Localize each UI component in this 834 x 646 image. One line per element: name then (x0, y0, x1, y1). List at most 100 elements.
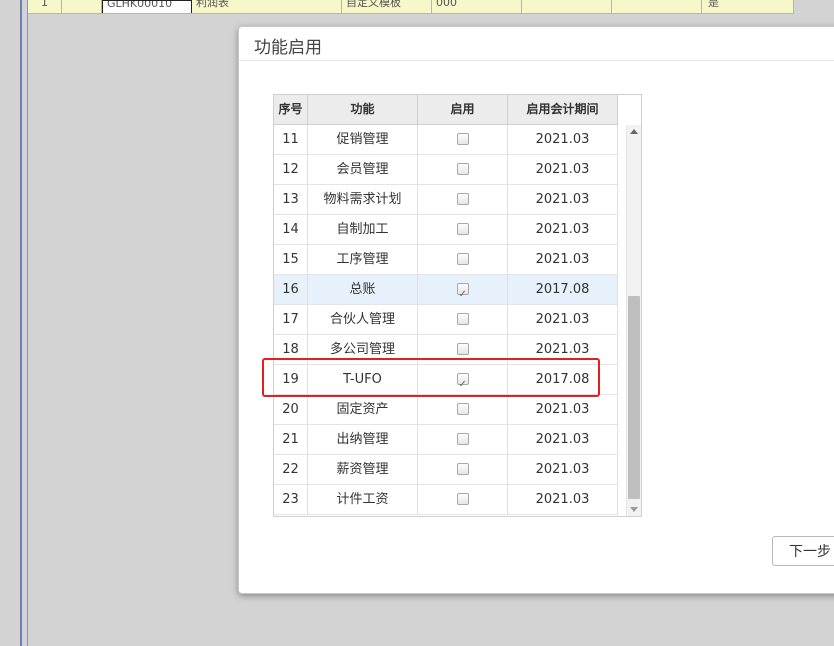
row-period: 2021.03 (508, 155, 618, 185)
checkbox-icon[interactable] (456, 370, 469, 399)
row-enable-cell (418, 485, 508, 515)
row-function-name: 出纳管理 (308, 425, 418, 455)
dialog-title: 功能启用 (254, 38, 322, 58)
row-enable-cell (418, 245, 508, 275)
row-enable-cell (418, 425, 508, 455)
row-number: 22 (274, 455, 308, 485)
feature-grid: 序号 功能 启用 启用会计期间 11 促销管理 2021.03 12 会员管理 2021.… (273, 94, 642, 517)
row-number: 17 (274, 305, 308, 335)
row-function-name: 自制加工 (308, 215, 418, 245)
row-period: 2021.03 (508, 335, 618, 365)
bg-cell-check (62, 0, 102, 13)
row-function-name: 总账 (308, 275, 418, 305)
bg-cell-flag: 是 (702, 0, 794, 13)
dialog-header: 功能启用 (239, 27, 834, 61)
table-row[interactable]: 22 薪资管理 2021.03 (274, 455, 618, 485)
table-row[interactable]: 14 自制加工 2021.03 (274, 215, 618, 245)
row-function-name: 工序管理 (308, 245, 418, 275)
checkbox-icon[interactable] (456, 312, 469, 325)
bg-cell-num: 000 (432, 0, 522, 13)
row-number: 18 (274, 335, 308, 365)
row-number: 16 (274, 275, 308, 305)
row-period: 2017.08 (508, 365, 618, 395)
bg-cell-name: 利润表 (192, 0, 342, 13)
row-enable-cell (418, 155, 508, 185)
table-row[interactable]: 16总账 2017.08 (274, 275, 618, 309)
table-row[interactable]: 19T-UFO 2017.08 (274, 365, 618, 399)
scroll-down-icon[interactable] (630, 507, 638, 512)
row-number: 23 (274, 485, 308, 515)
row-period: 2021.03 (508, 395, 618, 425)
row-number: 15 (274, 245, 308, 275)
checkbox-icon[interactable] (456, 492, 469, 505)
row-number: 21 (274, 425, 308, 455)
table-row[interactable]: 18 多公司管理 2021.03 (274, 335, 618, 365)
row-function-name: 计件工资 (308, 485, 418, 515)
grid-header-corner (618, 95, 641, 125)
table-row[interactable]: 17 合伙人管理 2021.03 (274, 305, 618, 335)
scrollbar-thumb[interactable] (628, 296, 640, 499)
grid-vertical-scrollbar[interactable] (626, 125, 641, 516)
row-period: 2021.03 (508, 245, 618, 275)
row-function-name: 多公司管理 (308, 335, 418, 365)
grid-body: 11 促销管理 2021.03 12 会员管理 2021.03 13 物料需求计划 2021.0… (274, 125, 618, 516)
row-number: 20 (274, 395, 308, 425)
checkbox-icon[interactable] (456, 222, 469, 235)
row-enable-cell (418, 365, 508, 399)
row-number: 11 (274, 125, 308, 155)
left-border-line-inner (27, 0, 28, 646)
background-table-row: 1 GLHK00010 利润表 自定义模板 000 是 (28, 0, 794, 14)
row-enable-cell (418, 335, 508, 365)
col-header-no[interactable]: 序号 (274, 95, 308, 125)
col-header-function[interactable]: 功能 (308, 95, 418, 125)
row-enable-cell (418, 395, 508, 425)
checkbox-icon[interactable] (456, 342, 469, 355)
row-enable-cell (418, 215, 508, 245)
checkbox-icon[interactable] (456, 162, 469, 175)
next-step-button[interactable]: 下一步 (772, 536, 834, 566)
row-function-name: 促销管理 (308, 125, 418, 155)
left-border-line (20, 0, 22, 646)
table-row[interactable]: 11 促销管理 2021.03 (274, 125, 618, 155)
checkbox-icon[interactable] (456, 132, 469, 145)
row-period: 2021.03 (508, 485, 618, 515)
checkbox-icon[interactable] (456, 432, 469, 445)
row-enable-cell (418, 275, 508, 309)
row-period: 2021.03 (508, 425, 618, 455)
bg-cell-index: 1 (28, 0, 62, 13)
bg-cell-template: 自定义模板 (342, 0, 432, 13)
row-number: 12 (274, 155, 308, 185)
bg-cell-empty-1 (522, 0, 612, 13)
row-number: 13 (274, 185, 308, 215)
col-header-period[interactable]: 启用会计期间 (508, 95, 618, 125)
row-function-name: 合伙人管理 (308, 305, 418, 335)
checkbox-icon[interactable] (456, 462, 469, 475)
row-number: 19 (274, 365, 308, 395)
row-period: 2021.03 (508, 125, 618, 155)
row-enable-cell (418, 125, 508, 155)
col-header-enable[interactable]: 启用 (418, 95, 508, 125)
row-period: 2021.03 (508, 455, 618, 485)
table-row[interactable]: 15 工序管理 2021.03 (274, 245, 618, 275)
row-period: 2021.03 (508, 185, 618, 215)
row-enable-cell (418, 305, 508, 335)
table-row[interactable]: 23 计件工资 2021.03 (274, 485, 618, 515)
row-function-name: 固定资产 (308, 395, 418, 425)
checkbox-icon[interactable] (456, 402, 469, 415)
feature-enable-dialog: 功能启用 序号 功能 启用 启用会计期间 11 促销管理 2021.03 12 会员管理… (238, 26, 834, 594)
row-enable-cell (418, 455, 508, 485)
checkbox-icon[interactable] (456, 252, 469, 265)
row-function-name: T-UFO (308, 365, 418, 395)
row-function-name: 会员管理 (308, 155, 418, 185)
bg-cell-empty-2 (612, 0, 702, 13)
row-function-name: 薪资管理 (308, 455, 418, 485)
checkbox-icon[interactable] (456, 280, 469, 309)
bg-cell-code: GLHK00010 (102, 0, 192, 13)
scroll-up-icon[interactable] (630, 129, 638, 134)
table-row[interactable]: 13 物料需求计划 2021.03 (274, 185, 618, 215)
table-row[interactable]: 12 会员管理 2021.03 (274, 155, 618, 185)
table-row[interactable]: 20 固定资产 2021.03 (274, 395, 618, 425)
grid-header: 序号 功能 启用 启用会计期间 (274, 95, 618, 125)
checkbox-icon[interactable] (456, 192, 469, 205)
table-row[interactable]: 21 出纳管理 2021.03 (274, 425, 618, 455)
